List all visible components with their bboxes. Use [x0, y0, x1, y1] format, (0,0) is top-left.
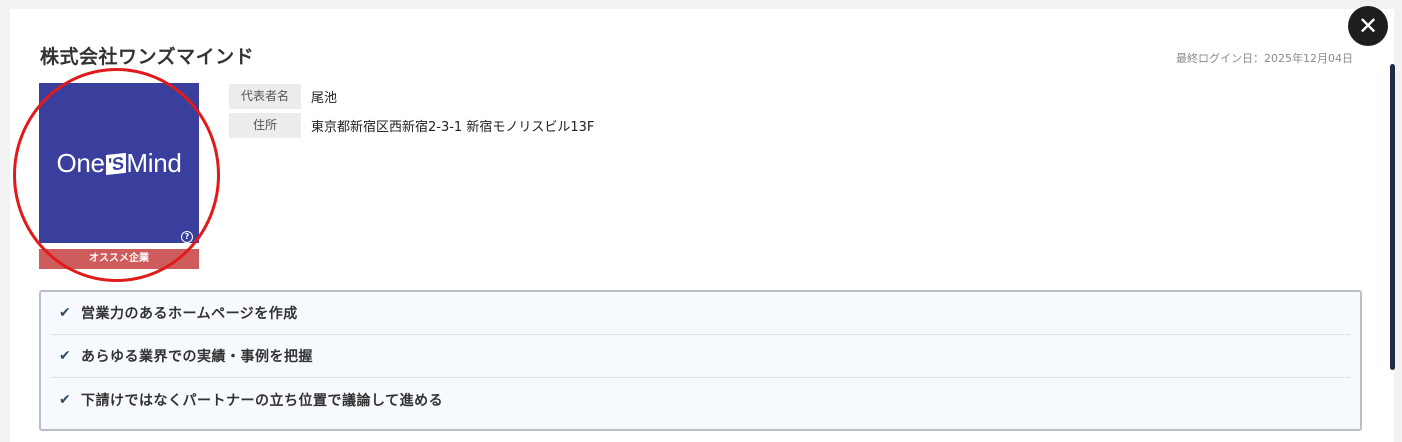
- company-logo: One 'S Mind ?: [39, 83, 199, 243]
- close-icon[interactable]: ✕: [1348, 6, 1388, 46]
- check-icon: ✔: [59, 305, 72, 321]
- info-value: 尾池: [311, 91, 338, 106]
- question-circle-icon[interactable]: ?: [181, 231, 193, 243]
- company-name: 株式会社ワンズマインド: [40, 46, 255, 68]
- info-row-address: 住所 東京都新宿区西新宿2-3-1 新宿モノリスビル13F: [229, 113, 594, 138]
- list-item: ✔ あらゆる業界での実績・事例を把握: [51, 335, 1350, 378]
- check-icon: ✔: [59, 391, 72, 408]
- company-info-table: 代表者名 尾池 住所 東京都新宿区西新宿2-3-1 新宿モノリスビル13F: [229, 84, 594, 142]
- info-label: 住所: [229, 113, 301, 138]
- info-value: 東京都新宿区西新宿2-3-1 新宿モノリスビル13F: [311, 120, 595, 135]
- feature-list: ✔ 営業力のあるホームページを作成 ✔ あらゆる業界での実績・事例を把握 ✔ 下…: [39, 290, 1362, 431]
- feature-text: 営業力のあるホームページを作成: [81, 306, 298, 322]
- info-label: 代表者名: [229, 84, 301, 109]
- scrollbar[interactable]: [1390, 64, 1395, 370]
- check-icon: ✔: [59, 348, 72, 364]
- feature-text: あらゆる業界での実績・事例を把握: [81, 349, 313, 365]
- logo-wordmark: One 'S Mind: [56, 148, 181, 179]
- logo-text-mind: Mind: [126, 147, 182, 178]
- logo-text-s: 'S: [105, 152, 126, 176]
- last-login-date: 最終ログイン日：2025年12月04日: [1176, 52, 1353, 65]
- logo-text-one: One: [56, 147, 105, 178]
- list-item: ✔ 下請けではなくパートナーの立ち位置で議論して進める: [51, 378, 1350, 421]
- info-row-representative: 代表者名 尾池: [229, 84, 594, 109]
- company-detail-panel: 株式会社ワンズマインド 最終ログイン日：2025年12月04日 One 'S M…: [10, 9, 1394, 442]
- list-item: ✔ 営業力のあるホームページを作成: [51, 292, 1350, 335]
- feature-text: 下請けではなくパートナーの立ち位置で議論して進める: [81, 392, 444, 409]
- recommended-badge: オススメ企業: [39, 249, 199, 269]
